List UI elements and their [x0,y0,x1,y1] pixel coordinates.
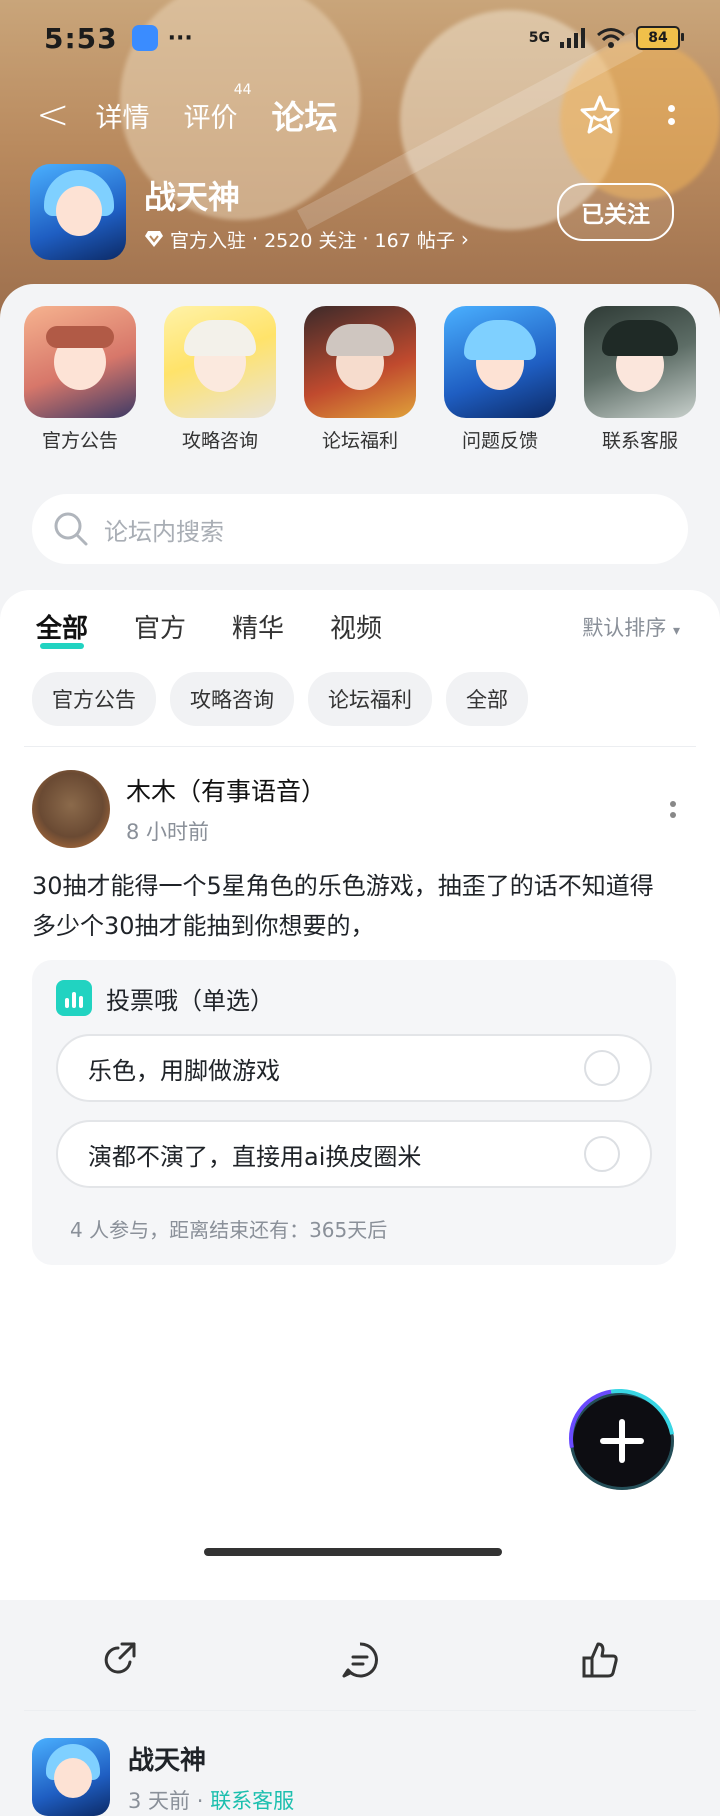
search-placeholder: 论坛内搜索 [104,517,224,546]
game-meta[interactable]: 官方入驻 · 2520 关注 · 167 帖子 › [144,226,469,253]
feed-tab-video[interactable]: 视频 [330,608,382,645]
status-time: 5:53 [44,21,118,55]
favorite-star-icon[interactable] [578,93,622,137]
divider [24,1710,696,1711]
sort-dropdown[interactable]: 默认排序 ▾ [582,612,680,642]
divider [24,746,696,747]
top-nav: < 详情 评价 44 论坛 [36,82,676,140]
shortcut-feedback[interactable]: 问题反馈 [444,306,556,453]
diamond-verified-icon [145,231,163,247]
verified-label: 官方入驻 [170,229,247,252]
game-title: 战天神 [144,177,241,216]
shortcut-customer-service[interactable]: 联系客服 [584,306,696,453]
poll-title: 投票哦（单选） [106,986,274,1015]
forum-search-bar[interactable]: 论坛内搜索 [32,494,688,564]
tab-details[interactable]: 详情 [96,96,150,135]
post-time: 3 天前 [128,1788,191,1813]
shortcut-image [164,306,276,418]
poll-stats: 4 人参与，距离结束还有：365天后 [70,1218,388,1242]
shortcut-label: 官方公告 [41,430,118,452]
shortcut-image [304,306,416,418]
radio-button[interactable] [584,1136,620,1172]
network-type: 5G [528,30,550,46]
post-card[interactable]: 木木（有事语音） 8 小时前 30抽才能得一个5星角色的乐色游戏，抽歪了的话不知… [32,770,676,1265]
post-count: 167 帖子 [374,229,455,252]
tab-forum[interactable]: 论坛 [267,91,342,139]
post-body[interactable]: 30抽才能得一个5星角色的乐色游戏，抽歪了的话不知道得多少个30抽才能抽到你想要… [32,866,676,946]
notification-app-icon [131,25,158,51]
poll-option[interactable]: 乐色，用脚做游戏 [56,1034,652,1102]
follower-count: 2520 关注 [264,229,357,252]
shortcut-label: 攻略咨询 [181,430,258,452]
poll-option-label: 乐色，用脚做游戏 [88,1056,280,1085]
poll-chart-icon [56,980,92,1016]
feed-tab-official[interactable]: 官方 [134,608,186,645]
post-author[interactable]: 战天神 [128,1740,294,1777]
shortcut-image [24,306,136,418]
post-card[interactable]: 战天神 3 天前 · 联系客服 [32,1738,676,1816]
home-indicator[interactable] [204,1548,502,1556]
more-options-icon[interactable] [666,105,676,125]
shortcut-strategy[interactable]: 攻略咨询 [164,306,276,453]
tab-reviews-label: 评价 [183,102,238,134]
create-post-button[interactable] [548,1368,696,1514]
poll-option[interactable]: 演都不演了，直接用ai换皮圈米 [56,1120,652,1188]
battery-icon: 84 [636,26,684,50]
feed-tab-featured[interactable]: 精华 [232,608,284,645]
shortcut-image [584,306,696,418]
status-bar: 5:53 ··· 5G 84 [44,18,684,58]
chip-welfare[interactable]: 论坛福利 [308,672,432,726]
feed-tab-all[interactable]: 全部 [36,608,88,649]
radio-button[interactable] [584,1050,620,1086]
feed-tabs: 全部 官方 精华 视频 默认排序 ▾ [36,608,680,649]
shortcut-welfare[interactable]: 论坛福利 [304,306,416,453]
more-notifications-icon: ··· [167,25,193,51]
review-count-badge: 44 [233,81,252,98]
follow-button[interactable]: 已关注 [557,183,674,241]
chip-strategy[interactable]: 攻略咨询 [170,672,294,726]
comment-icon[interactable] [340,1640,380,1680]
wifi-icon [597,28,625,48]
sort-label: 默认排序 [582,615,667,640]
like-icon[interactable] [580,1640,620,1680]
post-more-icon[interactable] [670,800,676,818]
chevron-right-icon: › [460,227,469,251]
caret-down-icon: ▾ [672,622,680,639]
shortcut-label: 论坛福利 [321,430,398,452]
tab-reviews[interactable]: 评价 44 [183,82,252,135]
post-category-tag[interactable]: 联系客服 [210,1789,294,1813]
post-time: 8 小时前 [126,820,210,844]
avatar[interactable] [32,770,110,848]
share-icon[interactable] [100,1640,140,1680]
back-button[interactable]: < [36,95,70,135]
game-header: 战天神 官方入驻 · 2520 关注 · 167 帖子 › 已关注 [30,164,674,260]
chip-all[interactable]: 全部 [446,672,528,726]
post-actions [0,1640,720,1680]
avatar[interactable] [32,1738,110,1816]
vote-poll: 投票哦（单选） 乐色，用脚做游戏 演都不演了，直接用ai换皮圈米 4 人参与，距… [32,960,676,1265]
post-author[interactable]: 木木（有事语音） [126,772,326,808]
search-icon [54,512,88,546]
chip-official-notice[interactable]: 官方公告 [32,672,156,726]
shortcut-label: 问题反馈 [461,430,538,452]
shortcut-official-notice[interactable]: 官方公告 [24,306,136,453]
game-icon[interactable] [30,164,126,260]
post-meta: 3 天前 · 联系客服 [128,1788,295,1813]
poll-option-label: 演都不演了，直接用ai换皮圈米 [88,1142,422,1171]
signal-icon [560,28,585,48]
shortcut-image [444,306,556,418]
shortcut-row: 官方公告 攻略咨询 论坛福利 问题反馈 联系客服 [24,306,696,453]
shortcut-label: 联系客服 [601,430,678,452]
category-chips: 官方公告 攻略咨询 论坛福利 全部 [32,672,528,726]
